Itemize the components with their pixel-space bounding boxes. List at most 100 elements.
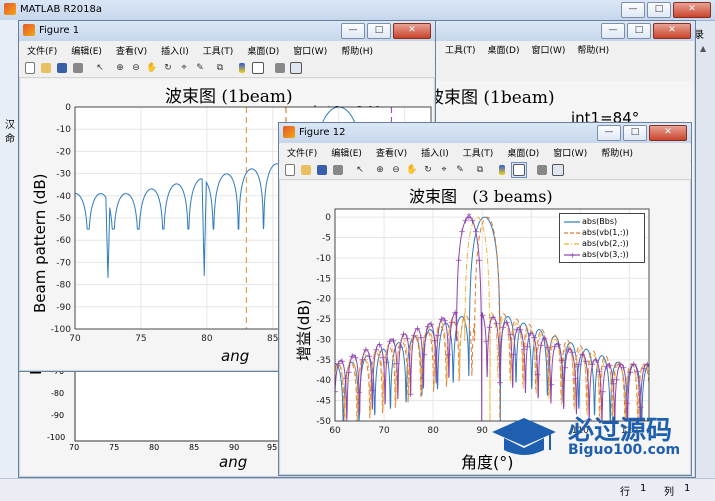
maximize-button[interactable]: □ <box>647 2 671 18</box>
legend-label: abs(vb(1,:)) <box>582 228 629 237</box>
menu-window[interactable]: 窗口(W) <box>545 144 593 160</box>
pointer-icon[interactable]: ↖ <box>93 61 107 75</box>
y-tick-label: -15 <box>316 274 331 284</box>
pointer-icon[interactable]: ↖ <box>353 163 367 177</box>
legend-icon[interactable] <box>511 162 527 178</box>
minimize-button[interactable]: — <box>621 2 645 18</box>
series-marker: + <box>383 358 391 368</box>
menu-insert[interactable]: 插入(I) <box>413 144 455 160</box>
figure12-minimize-button[interactable]: — <box>597 125 621 141</box>
menu-window[interactable]: 窗口(W) <box>285 42 333 58</box>
menu-tools[interactable]: 工具(T) <box>195 42 240 58</box>
bg-xlabel: ang <box>219 453 248 471</box>
bg-menu-help[interactable]: 帮助(H) <box>571 43 615 56</box>
zoom-out-icon[interactable]: ⊖ <box>389 163 403 177</box>
dock-icon[interactable] <box>551 163 565 177</box>
series-marker: + <box>369 386 377 396</box>
series-marker: + <box>517 325 525 335</box>
colorbar-icon[interactable] <box>495 163 509 177</box>
rotate-icon[interactable]: ↻ <box>161 61 175 75</box>
save-icon[interactable] <box>55 61 69 75</box>
menu-edit[interactable]: 编辑(E) <box>323 144 368 160</box>
menu-tools[interactable]: 工具(T) <box>455 144 500 160</box>
bg-minimize-button[interactable]: — <box>601 23 625 39</box>
menu-desktop[interactable]: 桌面(D) <box>499 144 545 160</box>
rotate-icon[interactable]: ↻ <box>421 163 435 177</box>
pan-icon[interactable]: ✋ <box>145 61 159 75</box>
zoom-out-icon[interactable]: ⊖ <box>129 61 143 75</box>
data-cursor-icon[interactable]: ⌖ <box>437 163 451 177</box>
series-marker: + <box>421 350 429 360</box>
bg-maximize-button[interactable]: □ <box>627 23 651 39</box>
series-marker: + <box>644 360 652 370</box>
menu-insert[interactable]: 插入(I) <box>153 42 195 58</box>
legend-swatch <box>564 232 580 234</box>
figure1-close-button[interactable]: ✕ <box>393 23 431 39</box>
brush-icon[interactable]: ✎ <box>453 163 467 177</box>
new-figure-icon[interactable] <box>23 61 37 75</box>
zoom-in-icon[interactable]: ⊕ <box>113 61 127 75</box>
bg-ytick-100: -100 <box>47 433 66 442</box>
legend-icon[interactable] <box>251 61 265 75</box>
hide-tools-icon[interactable] <box>273 61 287 75</box>
print-icon[interactable] <box>71 61 85 75</box>
y-tick-label: -50 <box>316 417 331 427</box>
bg-xtick-85: 85 <box>189 443 200 452</box>
figure1-minimize-button[interactable]: — <box>341 23 365 39</box>
new-figure-icon[interactable] <box>283 163 297 177</box>
pan-icon[interactable]: ✋ <box>405 163 419 177</box>
brush-icon[interactable]: ✎ <box>193 61 207 75</box>
zoom-in-icon[interactable]: ⊕ <box>373 163 387 177</box>
link-icon[interactable]: ⧉ <box>473 163 487 177</box>
figure12-maximize-button[interactable]: □ <box>623 125 647 141</box>
hide-tools-icon[interactable] <box>535 163 549 177</box>
menu-view[interactable]: 查看(V) <box>108 42 153 58</box>
y-tick-label: 0 <box>65 103 71 113</box>
menu-view[interactable]: 查看(V) <box>368 144 413 160</box>
figure1-maximize-button[interactable]: □ <box>367 23 391 39</box>
save-icon[interactable] <box>315 163 329 177</box>
menu-edit[interactable]: 编辑(E) <box>63 42 108 58</box>
series-marker: + <box>475 256 483 266</box>
dock-icon[interactable] <box>289 61 303 75</box>
x-tick-label: 90 <box>476 426 488 436</box>
left-gutter <box>0 20 19 480</box>
open-file-icon[interactable] <box>39 61 53 75</box>
menu-file[interactable]: 文件(F) <box>279 144 323 160</box>
data-cursor-icon[interactable]: ⌖ <box>177 61 191 75</box>
close-button[interactable]: ✕ <box>673 2 711 18</box>
main-titlebar[interactable]: MATLAB R2018a — □ ✕ <box>0 0 715 21</box>
menu-desktop[interactable]: 桌面(D) <box>239 42 285 58</box>
y-tick-label: -10 <box>316 254 331 264</box>
bg-menu-tools[interactable]: 工具(T) <box>439 43 482 56</box>
bg-close-button[interactable]: ✕ <box>653 23 691 39</box>
figure12-close-button[interactable]: ✕ <box>649 125 687 141</box>
legend-label: abs(vb(3,:)) <box>582 250 629 259</box>
y-tick-label: -10 <box>56 125 71 135</box>
figure-icon <box>23 24 35 36</box>
menu-help[interactable]: 帮助(H) <box>333 42 379 58</box>
series-marker: + <box>417 333 425 343</box>
legend-box[interactable]: abs(Bbs) abs(vb(1,:)) abs(vb(2,:)) + abs… <box>559 213 645 263</box>
series-marker: + <box>458 228 466 238</box>
scroll-up-icon[interactable]: ▲ <box>700 44 706 53</box>
x-tick-label: 75 <box>135 334 146 344</box>
series-marker: + <box>503 319 511 329</box>
link-icon[interactable]: ⧉ <box>213 61 227 75</box>
bg-xtick-95: 95 <box>267 443 278 452</box>
open-file-icon[interactable] <box>299 163 313 177</box>
figure1-titlebar[interactable]: Figure 1 — □ ✕ <box>19 21 435 41</box>
x-tick-label: 85 <box>267 334 278 344</box>
y-tick-label: -20 <box>56 147 71 157</box>
series-marker: + <box>355 388 363 398</box>
colorbar-icon[interactable] <box>235 61 249 75</box>
menu-help[interactable]: 帮助(H) <box>593 144 639 160</box>
print-icon[interactable] <box>331 163 345 177</box>
bg-menu-desktop[interactable]: 桌面(D) <box>482 43 526 56</box>
watermark-url: Biguo100.com <box>568 442 681 458</box>
bg-menu-window[interactable]: 窗口(W) <box>525 43 571 56</box>
menu-file[interactable]: 文件(F) <box>19 42 63 58</box>
figure12-titlebar[interactable]: Figure 12 — □ ✕ <box>279 123 691 143</box>
col-label: 列 <box>664 487 674 498</box>
series-marker: + <box>496 378 504 388</box>
